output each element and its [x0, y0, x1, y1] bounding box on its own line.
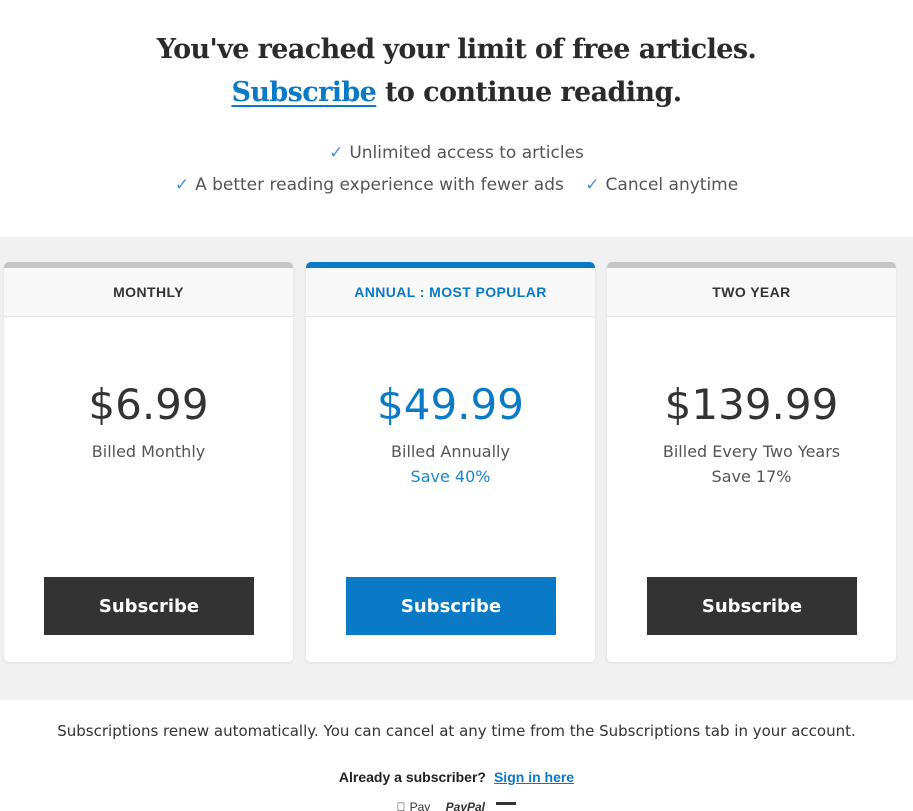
benefit-label: Unlimited access to articles — [349, 143, 584, 163]
plan-billing: Billed Monthly — [91, 442, 206, 461]
subscribe-two-year-button[interactable]: Subscribe — [647, 577, 857, 635]
plan-savings: Save 40% — [410, 467, 491, 486]
paywall-headline: You've reached your limit of free articl… — [0, 28, 913, 114]
benefit-item: ✓ Unlimited access to articles — [329, 137, 584, 169]
already-subscriber-label: Already a subscriber? — [338, 769, 486, 785]
plan-card-two-year: TWO YEAR $139.99 Billed Every Two Years … — [607, 262, 896, 662]
check-icon: ✓ — [329, 143, 344, 163]
plan-price: $49.99 — [377, 380, 524, 429]
plan-savings: Save 17% — [711, 467, 792, 486]
check-icon: ✓ — [174, 175, 190, 195]
plan-billing: Billed Every Two Years — [662, 442, 841, 461]
already-subscriber: Already a subscriber? Sign in here — [0, 769, 913, 785]
plan-name: MONTHLY — [4, 268, 293, 317]
apple-pay-icon: Pay — [397, 800, 435, 811]
benefit-item: ✓ Cancel anytime — [585, 169, 738, 201]
plan-price: $139.99 — [664, 380, 839, 429]
plan-name: ANNUAL : MOST POPULAR — [306, 268, 595, 317]
subscribe-annual-button[interactable]: Subscribe — [346, 577, 556, 635]
sign-in-link[interactable]: Sign in here — [494, 769, 574, 785]
plan-card-annual: ANNUAL : MOST POPULAR $49.99 Billed Annu… — [306, 262, 595, 662]
credit-card-icon — [496, 801, 517, 811]
benefit-label: Cancel anytime — [605, 175, 739, 195]
paypal-icon: PayPal — [441, 800, 485, 811]
headline-line-1: You've reached your limit of free articl… — [156, 34, 757, 65]
plan-billing: Billed Annually — [391, 442, 510, 461]
payment-logos: Pay PayPal — [0, 800, 913, 811]
benefit-label: A better reading experience with fewer a… — [195, 175, 564, 195]
plan-name: TWO YEAR — [607, 268, 896, 317]
check-icon: ✓ — [585, 175, 600, 195]
benefits-list: ✓ Unlimited access to articles ✓ A better … — [0, 137, 913, 201]
plan-card-monthly: MONTHLY $6.99 Billed Monthly Subscribe — [4, 262, 293, 662]
subscribe-monthly-button[interactable]: Subscribe — [44, 577, 254, 635]
apple-pay-label: Pay — [405, 800, 431, 811]
plan-price: $6.99 — [88, 380, 209, 429]
headline-line-2-rest: to continue reading. — [376, 77, 682, 108]
headline-line-2: Subscribe to continue reading. — [0, 71, 913, 114]
benefit-item: ✓ A better reading experience with fewer … — [175, 169, 564, 201]
renewal-note: Subscriptions renew automatically. You c… — [57, 722, 856, 740]
headline-subscribe-link[interactable]: Subscribe — [231, 77, 376, 108]
